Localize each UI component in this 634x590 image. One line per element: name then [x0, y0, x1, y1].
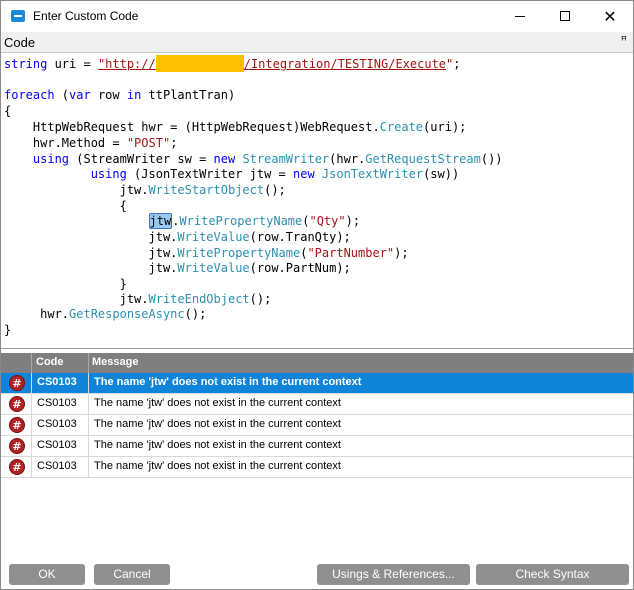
column-header-message[interactable]: Message — [92, 356, 138, 368]
column-header-code[interactable]: Code — [36, 356, 64, 368]
code-line: jtw.WriteEndObject(); — [4, 292, 272, 306]
code-line: hwr.Method = "POST"; — [4, 136, 178, 150]
error-message: The name 'jtw' does not exist in the cur… — [94, 376, 362, 388]
window-title: Enter Custom Code — [33, 9, 139, 23]
error-icon: # — [9, 438, 25, 454]
error-code: CS0103 — [37, 418, 77, 430]
code-line: foreach (var row in ttPlantTran) — [4, 88, 236, 102]
error-row[interactable]: # CS0103 The name 'jtw' does not exist i… — [1, 394, 633, 415]
code-line: using (JsonTextWriter jtw = new JsonText… — [90, 167, 460, 181]
code-line: jtw.WriteValue(row.TranQty); — [4, 230, 351, 244]
pin-icon[interactable]: ꟸ — [621, 34, 627, 47]
error-message: The name 'jtw' does not exist in the cur… — [94, 418, 341, 430]
code-line: jtw.WriteStartObject(); — [4, 183, 286, 197]
error-icon: # — [9, 417, 25, 433]
highlighted-identifier[interactable]: jtw — [148, 213, 173, 229]
code-line: jtw.WriteValue(row.PartNum); — [4, 261, 351, 275]
code-line: using (StreamWriter sw = new StreamWrite… — [32, 152, 503, 166]
code-line: { — [4, 199, 127, 213]
check-syntax-button[interactable]: Check Syntax — [476, 564, 629, 585]
app-window-icon — [11, 10, 25, 22]
error-icon: # — [9, 459, 25, 475]
code-panel-header: Code ꟸ — [1, 32, 633, 53]
error-code: CS0103 — [37, 397, 77, 409]
title-bar[interactable]: Enter Custom Code ✕ — [1, 1, 633, 32]
code-line: } — [4, 277, 127, 291]
usings-references-button[interactable]: Usings & References... — [317, 564, 470, 585]
minimize-button[interactable] — [497, 1, 543, 32]
error-icon: # — [9, 396, 25, 412]
error-row[interactable]: # CS0103 The name 'jtw' does not exist i… — [1, 436, 633, 457]
code-line: HttpWebRequest hwr = (HttpWebRequest)Web… — [4, 120, 467, 134]
error-row[interactable]: # CS0103 The name 'jtw' does not exist i… — [1, 373, 633, 394]
code-line: hwr.GetResponseAsync(); — [4, 307, 207, 321]
code-panel-label: Code — [4, 35, 36, 50]
cancel-button[interactable]: Cancel — [94, 564, 170, 585]
error-row[interactable]: # CS0103 The name 'jtw' does not exist i… — [1, 457, 633, 478]
error-message: The name 'jtw' does not exist in the cur… — [94, 439, 341, 451]
close-icon: ✕ — [603, 7, 617, 26]
maximize-icon — [560, 11, 570, 21]
error-code: CS0103 — [37, 376, 77, 388]
error-code: CS0103 — [37, 460, 77, 472]
ok-button[interactable]: OK — [9, 564, 85, 585]
error-icon: # — [9, 375, 25, 391]
code-line: string uri = "http:///Integration/TESTIN… — [4, 55, 461, 72]
custom-code-dialog: Enter Custom Code ✕ Code ꟸ string uri = … — [0, 0, 634, 590]
error-message: The name 'jtw' does not exist in the cur… — [94, 460, 341, 472]
maximize-button[interactable] — [542, 1, 588, 32]
error-list-header: Code Message — [1, 353, 633, 373]
error-message: The name 'jtw' does not exist in the cur… — [94, 397, 341, 409]
close-button[interactable]: ✕ — [587, 1, 633, 32]
code-line: } — [4, 323, 12, 337]
error-code: CS0103 — [37, 439, 77, 451]
code-line: jtw.WritePropertyName("Qty"); — [148, 213, 361, 229]
error-row[interactable]: # CS0103 The name 'jtw' does not exist i… — [1, 415, 633, 436]
redacted-host — [155, 55, 244, 72]
code-editor[interactable]: string uri = "http:///Integration/TESTIN… — [1, 53, 633, 349]
minimize-icon — [515, 15, 525, 17]
code-line: { — [4, 104, 12, 118]
error-list: Code Message # CS0103 The name 'jtw' doe… — [1, 353, 633, 553]
code-line: jtw.WritePropertyName("PartNumber"); — [4, 246, 409, 260]
